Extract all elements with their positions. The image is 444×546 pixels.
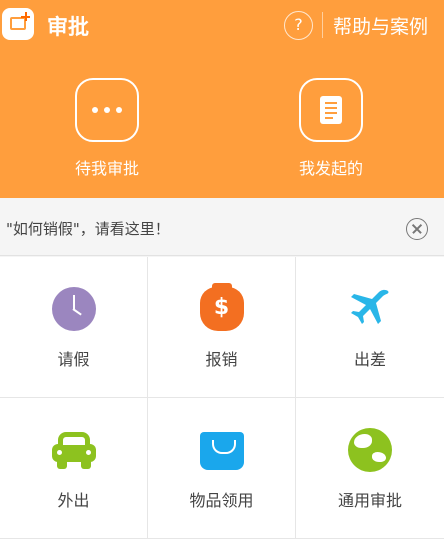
grid-item-reimbursement[interactable]: $ 报销 <box>148 257 296 398</box>
shopping-bag-icon <box>199 432 244 470</box>
approval-type-grid: 请假 $ 报销 出差 外出 物品领用 通用审批 <box>0 257 444 546</box>
help-icon[interactable]: ? <box>284 11 313 40</box>
clock-icon <box>51 287 96 331</box>
grid-item-label: 物品领用 <box>189 491 254 510</box>
grid-item-label: 外出 <box>57 491 90 510</box>
initiated-by-me-button[interactable]: 我发起的 <box>261 78 401 179</box>
grid-item-label: 请假 <box>57 350 90 369</box>
more-dots-icon <box>75 78 139 142</box>
page-title: 审批 <box>47 15 89 39</box>
grid-item-general-approval[interactable]: 通用审批 <box>296 398 444 539</box>
divider <box>322 12 323 38</box>
notice-text[interactable]: "如何销假"，请看这里！ <box>6 218 170 239</box>
pending-approval-button[interactable]: 待我审批 <box>37 78 177 179</box>
grid-item-label: 报销 <box>205 350 238 369</box>
notice-bar[interactable]: "如何销假"，请看这里！ <box>0 198 444 256</box>
app-logo-icon <box>2 8 34 40</box>
airplane-icon <box>348 287 392 331</box>
grid-item-business-trip[interactable]: 出差 <box>296 257 444 398</box>
logo-plus <box>21 12 30 21</box>
help-and-cases-link[interactable]: 帮助与案例 <box>333 12 444 39</box>
grid-item-label: 出差 <box>353 350 386 369</box>
approval-header: 审批 ? 帮助与案例 待我审批 我发起的 <box>0 0 444 198</box>
grid-item-label: 通用审批 <box>337 491 402 510</box>
close-circle-icon[interactable] <box>406 218 428 240</box>
car-icon <box>51 428 96 472</box>
grid-item-going-out[interactable]: 外出 <box>0 398 148 539</box>
pending-approval-label: 待我审批 <box>74 159 139 178</box>
top-bar: 审批 ? 帮助与案例 <box>0 0 444 50</box>
document-icon <box>299 78 363 142</box>
initiated-by-me-label: 我发起的 <box>298 159 363 178</box>
money-bag-icon: $ <box>199 283 244 331</box>
grid-item-goods-requisition[interactable]: 物品领用 <box>148 398 296 539</box>
globe-icon <box>348 428 392 472</box>
grid-item-leave[interactable]: 请假 <box>0 257 148 398</box>
